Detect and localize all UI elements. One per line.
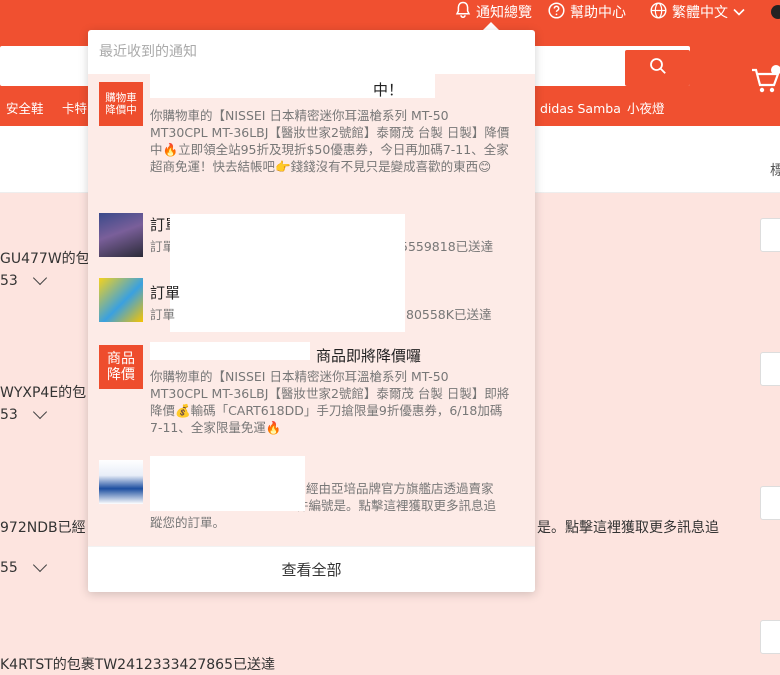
tab-label[interactable]: 標 [770, 160, 780, 180]
product-thumbnail [99, 213, 143, 257]
help-icon [548, 1, 565, 23]
order-code: K4RTST的包裹TW2412333427865已送達 [0, 657, 275, 673]
dropdown-heading: 最近收到的通知 [99, 44, 197, 60]
redacted-area [170, 320, 405, 332]
notification-title: 商品即將降價囉 [316, 347, 422, 365]
order-action-button[interactable] [760, 218, 780, 252]
notification-item[interactable]: 商品 降價 商品即將降價囉 你購物車的【NISSEI 日本精密迷你耳溫槍系列 M… [88, 342, 535, 454]
redacted-area [150, 456, 305, 511]
product-thumbnail [99, 460, 143, 504]
notification-text: 你購物車的【NISSEI 日本精密迷你耳溫槍系列 MT-50 MT30CPL M… [150, 108, 510, 174]
chevron-down-icon[interactable] [32, 270, 48, 286]
notification-item[interactable]: 購物車 降價中 中！ 你購物車的【NISSEI 日本精密迷你耳溫槍系列 MT-5… [88, 74, 535, 204]
notifications-label: 通知總覽 [476, 5, 532, 21]
globe-icon [650, 1, 667, 23]
badge-line: 商品 [107, 350, 135, 367]
notification-text: 蹤您的訂單。 [150, 515, 226, 530]
view-all-button[interactable]: 查看全部 [88, 546, 535, 592]
order-count: 53 [0, 407, 18, 423]
price-drop-badge: 商品 降價 [99, 345, 143, 389]
product-thumbnail [99, 278, 143, 322]
help-label: 幫助中心 [570, 5, 626, 21]
badge-line: 降價 [107, 367, 135, 383]
notification-text: 件編號是。點擊這裡獲取更多訊息追 [296, 498, 497, 513]
hot-keyword[interactable]: 小夜燈 [627, 94, 665, 126]
order-count: 53 [0, 273, 18, 289]
order-action-button[interactable] [760, 352, 780, 386]
language-label: 繁體中文 [672, 5, 728, 21]
hot-keyword[interactable]: 卡特 [62, 94, 87, 126]
order-count: 55 [0, 560, 18, 576]
order-code: WYXP4E的包 [0, 385, 87, 401]
order-action-button[interactable] [760, 486, 780, 520]
notification-text: 你購物車的【NISSEI 日本精密迷你耳溫槍系列 MT-50 MT30CPL M… [150, 369, 510, 435]
redacted-area [150, 342, 310, 360]
notifications-link[interactable]: 通知總覽 [455, 0, 532, 24]
hot-keyword[interactable]: 安全鞋 [6, 94, 44, 126]
badge-line: 降價中 [105, 104, 137, 116]
chevron-down-icon [733, 4, 745, 20]
chevron-down-icon[interactable] [32, 557, 48, 573]
bell-icon [455, 1, 471, 23]
notification-title: 訂單 [150, 284, 181, 302]
order-message: 是。點擊這裡獲取更多訊息追 [537, 520, 719, 536]
avatar[interactable] [771, 5, 780, 19]
chevron-down-icon[interactable] [32, 404, 48, 420]
notification-title: 中！ [373, 81, 404, 99]
order-action-button[interactable] [760, 620, 780, 654]
notification-item[interactable]: 已 訂 經由亞培品牌官方旗艦店透過賣家 宅 件編號是。點擊這裡獲取更多訊息追 蹤… [88, 456, 535, 546]
search-icon [649, 57, 667, 79]
top-bar: 通知總覽 幫助中心 繁體中文 [0, 0, 780, 32]
notification-text: 經由亞培品牌官方旗艦店透過賣家 [306, 481, 494, 496]
order-code: GU477W的包 [0, 251, 90, 267]
badge-line: 購物車 [105, 91, 137, 104]
notification-text: 5559818已送達 [400, 239, 494, 254]
notification-dropdown: 最近收到的通知 購物車 降價中 中！ 你購物車的【NISSEI 日本精密迷你耳溫… [88, 30, 535, 592]
cart-discount-badge: 購物車 降價中 [99, 82, 143, 126]
notification-text: 80558K已送達 [406, 307, 492, 322]
search-button[interactable] [625, 50, 690, 86]
notification-list: 購物車 降價中 中！ 你購物車的【NISSEI 日本精密迷你耳溫槍系列 MT-5… [88, 74, 535, 546]
language-selector[interactable]: 繁體中文 [650, 0, 745, 24]
cart-button[interactable] [750, 62, 780, 96]
help-link[interactable]: 幫助中心 [548, 0, 626, 24]
order-code: 972NDB已經 [0, 520, 86, 536]
hot-keyword[interactable]: didas Samba [540, 94, 621, 126]
